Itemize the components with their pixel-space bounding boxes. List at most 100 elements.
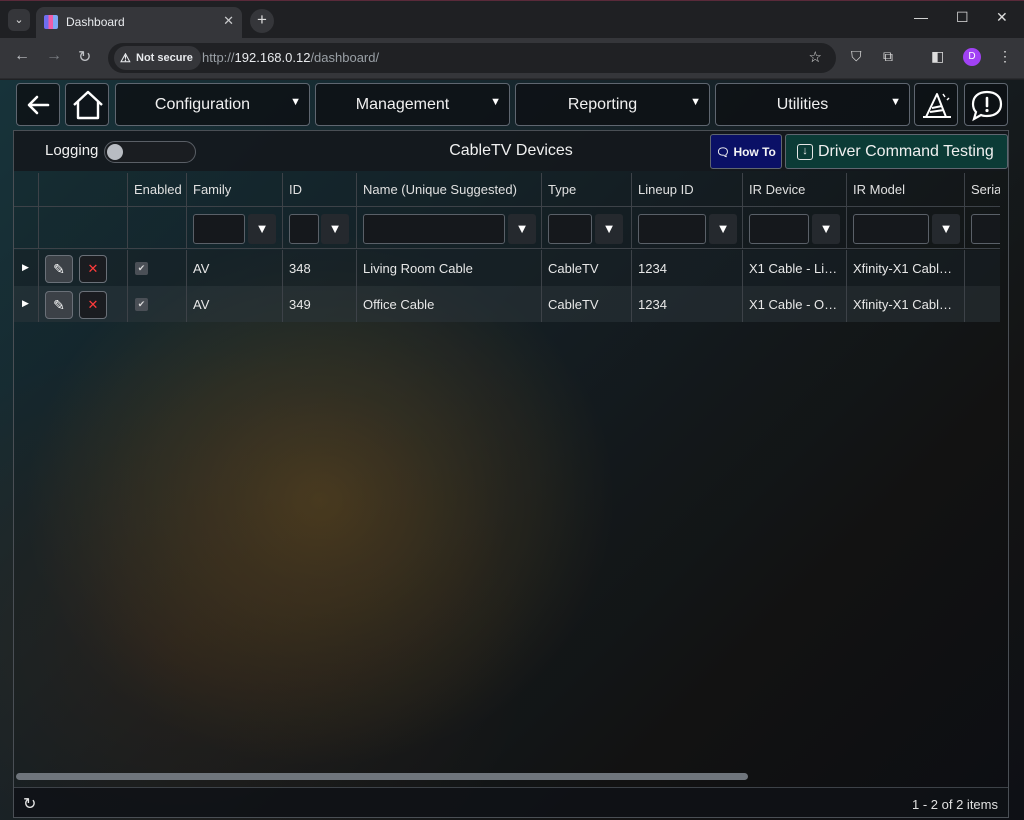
header-expand: [14, 173, 39, 207]
header-ir-device[interactable]: IR Device: [743, 173, 847, 207]
header-id[interactable]: ID: [283, 173, 357, 207]
tab-title: Dashboard: [66, 15, 125, 29]
lineup-cell: 1234: [632, 286, 743, 322]
caret-down-icon: ▼: [690, 96, 701, 108]
filter-icon[interactable]: ▼: [932, 214, 960, 244]
download-icon: ↓: [797, 144, 813, 160]
edit-button[interactable]: ✎: [45, 255, 73, 283]
configuration-menu[interactable]: Configuration ▼: [115, 83, 310, 126]
enabled-checkbox[interactable]: ✔: [135, 262, 148, 275]
tab-search-button[interactable]: ⌄: [8, 9, 30, 31]
filter-icon[interactable]: ▼: [508, 214, 536, 244]
delete-x-icon: ✕: [87, 297, 99, 312]
how-to-button[interactable]: 🗨 How To: [710, 134, 782, 169]
filter-icon[interactable]: ▼: [321, 214, 349, 244]
filter-type: ▼: [542, 207, 632, 249]
delete-x-icon: ✕: [87, 261, 99, 276]
name-filter-input[interactable]: [363, 214, 505, 244]
filter-icon[interactable]: ▼: [595, 214, 623, 244]
ir-device-filter-input[interactable]: [749, 214, 809, 244]
extensions-puzzle-icon[interactable]: ⧉: [883, 48, 893, 65]
header-family[interactable]: Family: [187, 173, 283, 207]
pencil-icon: ✎: [53, 261, 65, 277]
delete-button[interactable]: ✕: [79, 255, 107, 283]
forward-arrow-icon[interactable]: →: [46, 47, 62, 65]
app-favicon-icon: [44, 15, 58, 29]
delete-button[interactable]: ✕: [79, 291, 107, 319]
alert-bubble-icon: [971, 90, 1003, 122]
header-ir-model[interactable]: IR Model: [847, 173, 965, 207]
security-label: Not secure: [136, 52, 193, 64]
home-icon: [73, 90, 103, 120]
type-cell: CableTV: [542, 250, 632, 286]
filter-name: ▼: [357, 207, 542, 249]
ir-model-cell: Xfinity-X1 Cable Box: [847, 250, 965, 286]
management-menu[interactable]: Management ▼: [315, 83, 510, 126]
enabled-checkbox[interactable]: ✔: [135, 298, 148, 311]
url-omnibox[interactable]: ⚠ Not secure http://192.168.0.12/dashboa…: [108, 43, 836, 73]
url-scheme: http://: [202, 50, 235, 65]
filter-icon[interactable]: ▼: [709, 214, 737, 244]
refresh-icon[interactable]: ↻: [23, 794, 36, 814]
filter-icon[interactable]: ▼: [248, 214, 276, 244]
warning-icon: ⚠: [120, 51, 131, 65]
edit-button[interactable]: ✎: [45, 291, 73, 319]
profile-avatar[interactable]: D: [963, 48, 981, 66]
family-filter-input[interactable]: [193, 214, 245, 244]
filter-icon[interactable]: ▼: [812, 214, 840, 244]
reload-icon[interactable]: ↻: [78, 47, 91, 67]
home-button[interactable]: [65, 83, 109, 126]
panel-header: Logging CableTV Devices 🗨 How To ↓ Drive…: [14, 131, 1008, 171]
wizard-hat-icon: [923, 93, 951, 118]
lineup-cell: 1234: [632, 250, 743, 286]
tab-close-icon[interactable]: ✕: [223, 13, 234, 29]
filter-empty: [39, 207, 128, 249]
back-button[interactable]: [16, 83, 60, 126]
maximize-icon[interactable]: ☐: [956, 9, 969, 26]
serial-filter-input[interactable]: [971, 214, 1000, 244]
lineup-filter-input[interactable]: [638, 214, 706, 244]
menu-label: Utilities: [776, 96, 829, 113]
back-arrow-icon: [27, 95, 50, 115]
back-arrow-icon[interactable]: ←: [14, 47, 30, 65]
browser-menu-icon[interactable]: ⋮: [998, 48, 1012, 65]
utilities-menu[interactable]: Utilities ▼: [715, 83, 910, 126]
pencil-icon: ✎: [53, 297, 65, 313]
side-panel-icon[interactable]: ◧: [931, 48, 944, 65]
bookmark-star-icon[interactable]: ☆: [809, 48, 822, 66]
horizontal-scrollbar[interactable]: [16, 773, 748, 780]
how-to-label: How To: [733, 145, 776, 159]
header-lineup-id[interactable]: Lineup ID: [632, 173, 743, 207]
url-text: http://192.168.0.12/dashboard/: [202, 50, 379, 65]
reporting-menu[interactable]: Reporting ▼: [515, 83, 710, 126]
window-close-icon[interactable]: ✕: [996, 9, 1008, 26]
devices-grid: Enabled Family ID Name (Unique Suggested…: [14, 173, 1000, 773]
wizard-button[interactable]: [914, 83, 958, 126]
filter-lineup: ▼: [632, 207, 743, 249]
type-filter-input[interactable]: [548, 214, 592, 244]
security-chip[interactable]: ⚠ Not secure: [114, 46, 201, 70]
ir-device-cell: X1 Cable - Office: [743, 286, 847, 322]
expand-triangle-icon[interactable]: ▶: [22, 262, 29, 273]
driver-command-testing-button[interactable]: ↓ Driver Command Testing: [785, 134, 1008, 169]
filter-ir-device: ▼: [743, 207, 847, 249]
feedback-button[interactable]: [964, 83, 1008, 126]
shield-extension-icon[interactable]: ⛉: [851, 48, 862, 65]
expand-triangle-icon[interactable]: ▶: [22, 298, 29, 309]
id-cell: 349: [283, 286, 357, 322]
browser-tab[interactable]: Dashboard ✕: [36, 7, 242, 39]
menu-label: Configuration: [154, 96, 251, 113]
address-bar: ← → ↻ ⚠ Not secure http://192.168.0.12/d…: [0, 38, 1024, 79]
header-actions: [39, 173, 128, 207]
expand-cell: ▶: [14, 286, 39, 322]
filter-ir-model: ▼: [847, 207, 965, 249]
header-type[interactable]: Type: [542, 173, 632, 207]
minimize-icon[interactable]: —: [914, 9, 928, 25]
filter-serial: [965, 207, 1000, 249]
ir-model-filter-input[interactable]: [853, 214, 929, 244]
header-name[interactable]: Name (Unique Suggested): [357, 173, 542, 207]
header-serial[interactable]: Seria: [965, 173, 1000, 207]
id-filter-input[interactable]: [289, 214, 319, 244]
new-tab-button[interactable]: +: [250, 9, 274, 33]
header-enabled[interactable]: Enabled: [128, 173, 187, 207]
